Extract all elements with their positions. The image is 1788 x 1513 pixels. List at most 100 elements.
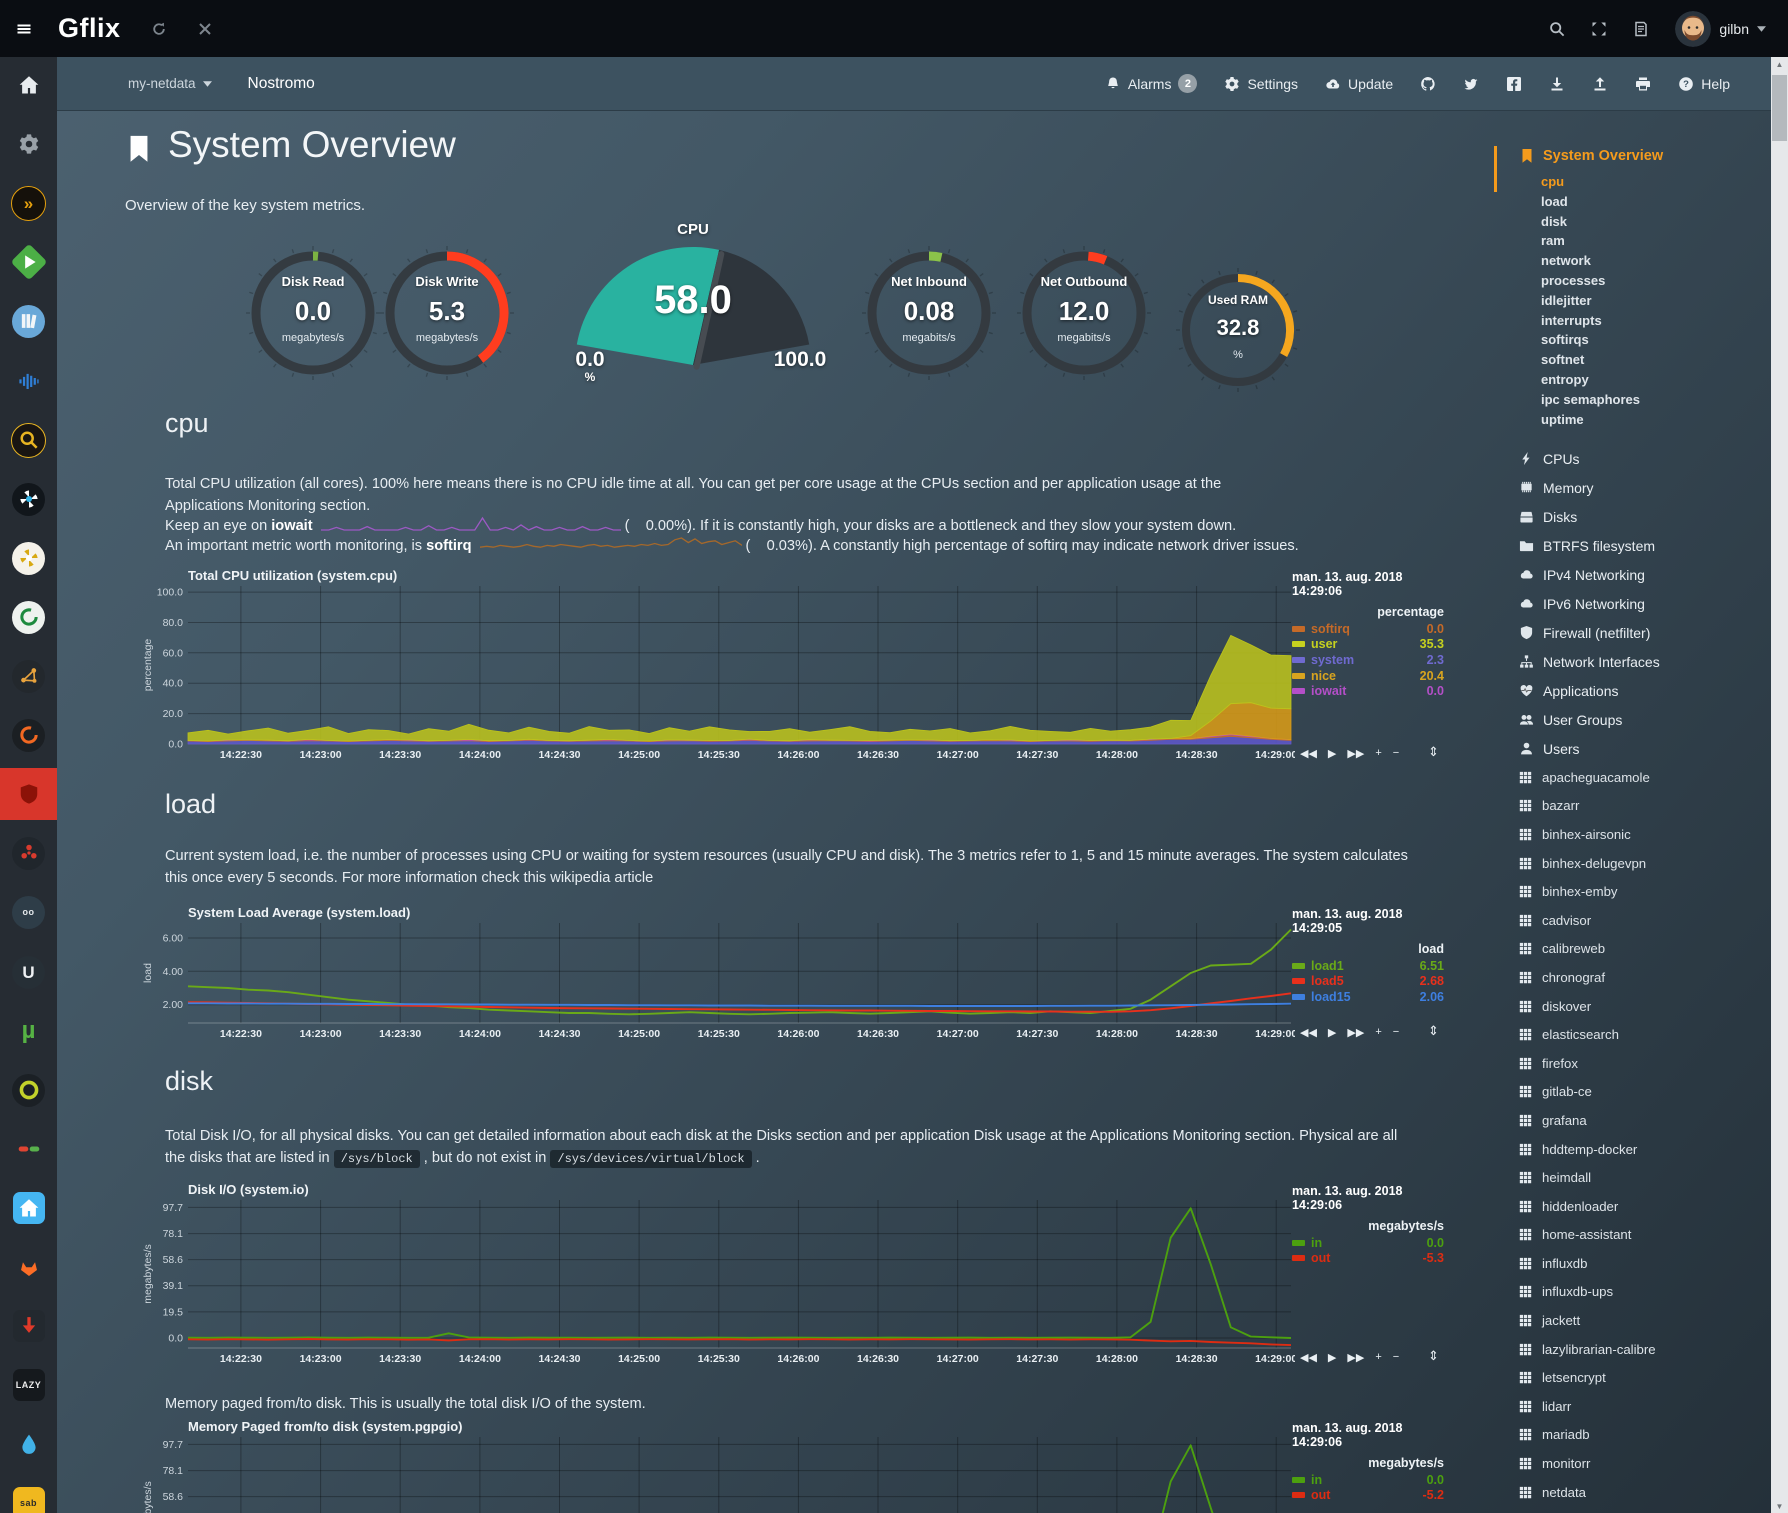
help-button[interactable]: ? Help <box>1678 76 1730 92</box>
gauge-disk-write[interactable]: Disk Write5.3megabytes/s <box>372 238 522 388</box>
menu-section-user-groups[interactable]: User Groups <box>1519 705 1660 734</box>
rail-item-home[interactable] <box>0 59 57 111</box>
chart-control-3[interactable]: + <box>1375 1026 1381 1038</box>
menu-app-lidarr[interactable]: lidarr <box>1519 1392 1656 1421</box>
chart-control-1[interactable]: ▶ <box>1328 1351 1336 1364</box>
rail-item-grafana[interactable] <box>0 709 57 761</box>
chart-control-2[interactable]: ▶▶ <box>1347 747 1364 760</box>
hostname[interactable]: Nostromo <box>248 75 315 93</box>
rail-item-netdata[interactable] <box>0 768 57 820</box>
legend-row-load1[interactable]: load16.51 <box>1292 958 1444 974</box>
refresh-icon[interactable] <box>151 21 167 37</box>
download-icon[interactable] <box>1549 76 1565 92</box>
menu-link-cpu[interactable]: cpu <box>1541 172 1640 192</box>
menu-app-mariadb[interactable]: mariadb <box>1519 1421 1656 1450</box>
legend-row-system[interactable]: system2.3 <box>1292 652 1444 668</box>
menu-link-load[interactable]: load <box>1541 192 1640 212</box>
menu-app-firefox[interactable]: firefox <box>1519 1049 1656 1078</box>
chart-control-4[interactable]: − <box>1393 747 1399 759</box>
github-icon[interactable] <box>1420 76 1436 92</box>
menu-link-softnet[interactable]: softnet <box>1541 350 1640 370</box>
legend-row-out[interactable]: out-5.3 <box>1292 1251 1444 1267</box>
hamburger-menu-icon[interactable] <box>16 21 32 37</box>
menu-section-memory[interactable]: Memory <box>1519 473 1660 502</box>
menu-app-binhex-delugevpn[interactable]: binhex-delugevpn <box>1519 849 1656 878</box>
search-icon[interactable] <box>1549 21 1565 37</box>
legend-row-nice[interactable]: nice20.4 <box>1292 668 1444 684</box>
legend-row-load5[interactable]: load52.68 <box>1292 974 1444 990</box>
scrollbar-thumb[interactable] <box>1772 75 1787 141</box>
twitter-icon[interactable] <box>1463 76 1479 92</box>
menu-app-influxdb-ups[interactable]: influxdb-ups <box>1519 1278 1656 1307</box>
gauge-disk-read[interactable]: Disk Read0.0megabytes/s <box>238 238 388 388</box>
menu-section-ipv4-networking[interactable]: IPv4 Networking <box>1519 560 1660 589</box>
menu-app-influxdb[interactable]: influxdb <box>1519 1249 1656 1278</box>
menu-link-idlejitter[interactable]: idlejitter <box>1541 291 1640 311</box>
scroll-up-arrow[interactable]: ▲ <box>1771 57 1788 71</box>
menu-app-calibreweb[interactable]: calibreweb <box>1519 935 1656 964</box>
changelog-icon[interactable] <box>1633 21 1649 37</box>
chart-resize-handle[interactable]: ⇕ <box>1428 1348 1439 1364</box>
chart-plot[interactable]: 14:22:3014:23:0014:23:3014:24:0014:24:30… <box>140 919 1295 1041</box>
print-icon[interactable] <box>1635 76 1651 92</box>
menu-app-binhex-emby[interactable]: binhex-emby <box>1519 877 1656 906</box>
chart-control-2[interactable]: ▶▶ <box>1347 1026 1364 1039</box>
menu-section-applications[interactable]: Applications <box>1519 676 1660 705</box>
chart-plot[interactable]: 14:22:3014:23:0014:23:3014:24:0014:24:30… <box>140 1196 1295 1366</box>
rail-item-swirl-green[interactable] <box>0 591 57 643</box>
chart-control-2[interactable]: ▶▶ <box>1347 1351 1364 1364</box>
rail-item-ring-lime[interactable] <box>0 1064 57 1116</box>
legend-row-load15[interactable]: load152.06 <box>1292 989 1444 1005</box>
chart-plot[interactable]: 14:22:3014:23:0014:23:3014:24:0014:24:30… <box>140 582 1295 762</box>
rail-item-lazylibrarian[interactable]: LAZY <box>0 1359 57 1411</box>
rail-item-pills[interactable] <box>0 1123 57 1175</box>
chart-resize-handle[interactable]: ⇕ <box>1428 744 1439 760</box>
gauge-used-ram[interactable]: Used RAM32.8% <box>1171 263 1305 397</box>
menu-link-ram[interactable]: ram <box>1541 231 1640 251</box>
menu-link-softirqs[interactable]: softirqs <box>1541 330 1640 350</box>
rail-item-sabnzbd[interactable]: sab <box>0 1477 57 1513</box>
menu-section-firewall-netfilter-[interactable]: Firewall (netfilter) <box>1519 618 1660 647</box>
menu-section-users[interactable]: Users <box>1519 734 1660 763</box>
settings-button[interactable]: Settings <box>1224 76 1298 92</box>
menu-section-cpus[interactable]: CPUs <box>1519 444 1660 473</box>
rail-item-rotor-light[interactable] <box>0 532 57 584</box>
legend-row-user[interactable]: user35.3 <box>1292 637 1444 653</box>
menu-app-gitlab-ce[interactable]: gitlab-ce <box>1519 1078 1656 1107</box>
menu-app-bazarr[interactable]: bazarr <box>1519 792 1656 821</box>
user-menu[interactable]: gilbn <box>1675 11 1766 47</box>
rail-item-water-drop[interactable] <box>0 1418 57 1470</box>
menu-app-heimdall[interactable]: heimdall <box>1519 1163 1656 1192</box>
chart-control-4[interactable]: − <box>1393 1351 1399 1363</box>
chart-control-1[interactable]: ▶ <box>1328 1026 1336 1039</box>
facebook-icon[interactable] <box>1506 76 1522 92</box>
menu-app-grafana[interactable]: grafana <box>1519 1106 1656 1135</box>
menu-app-netdata[interactable]: netdata <box>1519 1478 1656 1507</box>
menu-app-letsencrypt[interactable]: letsencrypt <box>1519 1363 1656 1392</box>
menu-app-elasticsearch[interactable]: elasticsearch <box>1519 1020 1656 1049</box>
legend-row-softirq[interactable]: softirq0.0 <box>1292 621 1444 637</box>
menu-section-btrfs-filesystem[interactable]: BTRFS filesystem <box>1519 531 1660 560</box>
menu-link-processes[interactable]: processes <box>1541 271 1640 291</box>
menu-app-lazylibrarian-calibre[interactable]: lazylibrarian-calibre <box>1519 1335 1656 1364</box>
rail-item-home-assistant[interactable] <box>0 1182 57 1234</box>
legend-row-iowait[interactable]: iowait0.0 <box>1292 683 1444 699</box>
gauge-net-outbound[interactable]: Net Outbound12.0megabits/s <box>1009 238 1159 388</box>
menu-app-diskover[interactable]: diskover <box>1519 992 1656 1021</box>
legend-row-in[interactable]: in0.0 <box>1292 1235 1444 1251</box>
gauge-net-inbound[interactable]: Net Inbound0.08megabits/s <box>854 238 1004 388</box>
rail-item-diskover-nodes[interactable] <box>0 650 57 702</box>
host-selector[interactable]: my-netdata <box>128 76 212 91</box>
menu-section-disks[interactable]: Disks <box>1519 502 1660 531</box>
menu-app-monitorr[interactable]: monitorr <box>1519 1449 1656 1478</box>
rail-item-gitlab[interactable] <box>0 1241 57 1293</box>
rail-item-emby[interactable] <box>0 236 57 288</box>
close-icon[interactable] <box>197 21 213 37</box>
menu-app-home-assistant[interactable]: home-assistant <box>1519 1221 1656 1250</box>
rail-item-settings[interactable] <box>0 118 57 170</box>
menu-link-ipc-semaphores[interactable]: ipc semaphores <box>1541 390 1640 410</box>
menu-app-binhex-airsonic[interactable]: binhex-airsonic <box>1519 820 1656 849</box>
rail-item-unifi[interactable]: U <box>0 946 57 998</box>
chart-control-3[interactable]: + <box>1375 747 1381 759</box>
chart-control-0[interactable]: ◀◀ <box>1300 1026 1317 1039</box>
